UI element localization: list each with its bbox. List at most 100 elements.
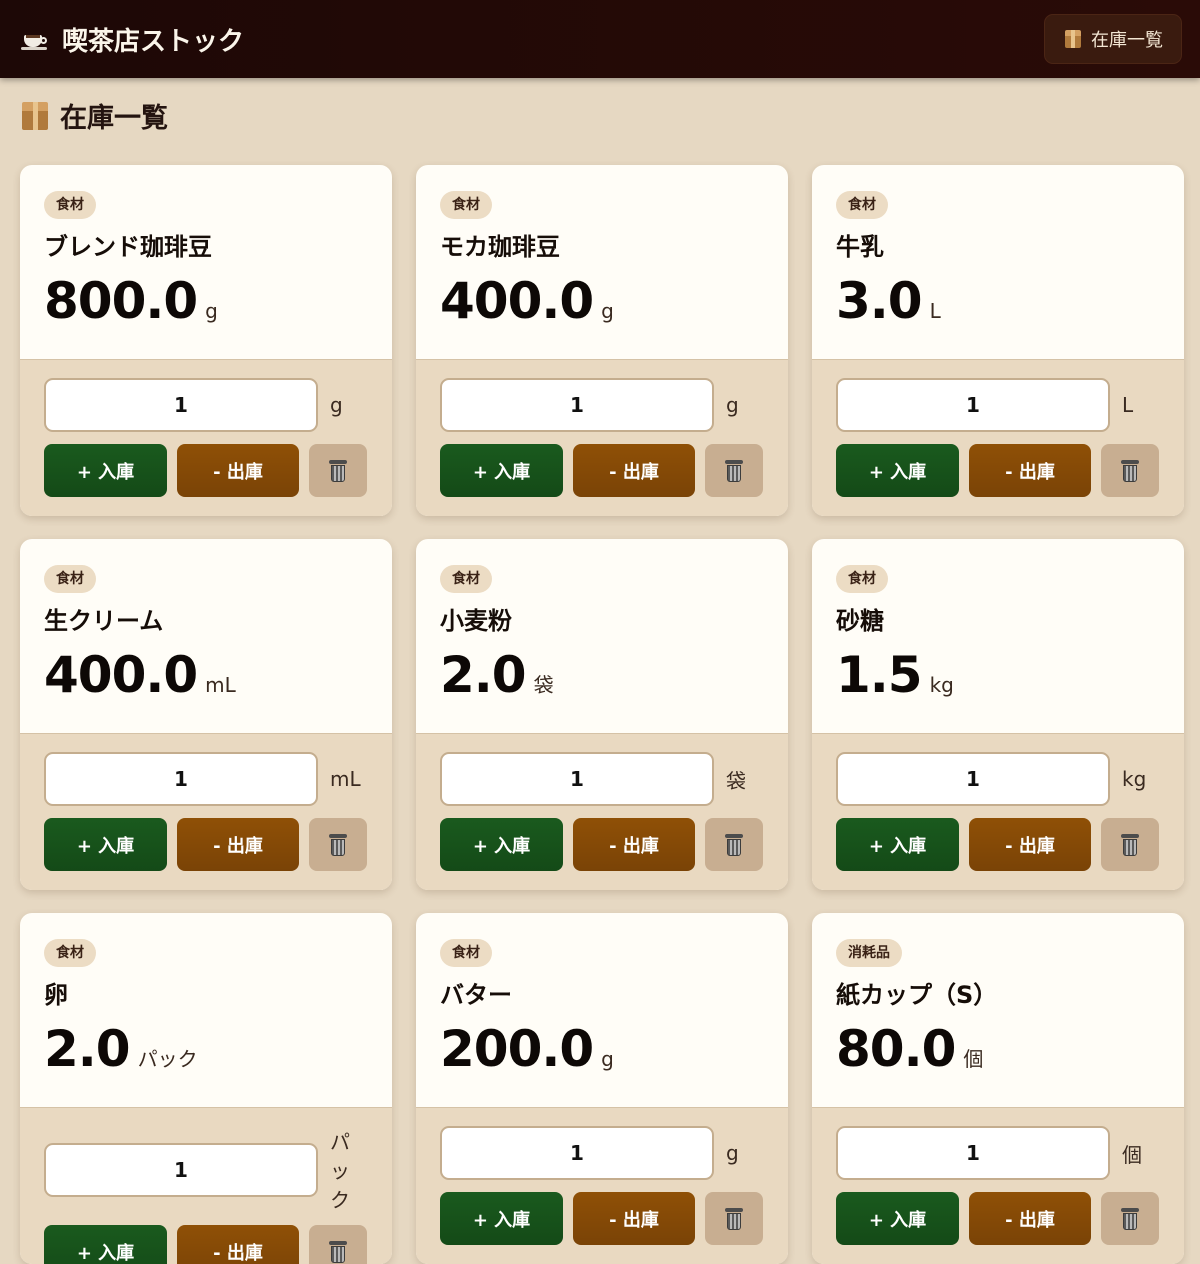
amount-input[interactable] bbox=[836, 378, 1110, 432]
amount-row: g bbox=[440, 378, 764, 432]
stock-in-button[interactable]: + 入庫 bbox=[836, 818, 959, 871]
category-badge: 食材 bbox=[44, 939, 96, 967]
stock-in-button[interactable]: + 入庫 bbox=[44, 1225, 167, 1264]
inventory-card: 食材 生クリーム 400.0 mL mL + 入庫 - 出庫 bbox=[20, 539, 392, 890]
stock-out-button[interactable]: - 出庫 bbox=[177, 1225, 299, 1264]
stock-in-button[interactable]: + 入庫 bbox=[440, 1192, 563, 1245]
quantity-display: 400.0 g bbox=[440, 273, 764, 329]
stock-in-button[interactable]: + 入庫 bbox=[44, 818, 167, 871]
delete-button[interactable] bbox=[309, 1225, 367, 1264]
page-title-text: 在庫一覧 bbox=[60, 96, 168, 135]
amount-input[interactable] bbox=[836, 1126, 1110, 1180]
stock-in-button[interactable]: + 入庫 bbox=[836, 1192, 959, 1245]
stock-out-button[interactable]: - 出庫 bbox=[573, 818, 695, 871]
category-badge: 食材 bbox=[440, 191, 492, 219]
item-name: 卵 bbox=[44, 979, 368, 1011]
stock-out-label: - 出庫 bbox=[1005, 832, 1055, 858]
delete-button[interactable] bbox=[705, 818, 763, 871]
quantity-unit: g bbox=[601, 1047, 614, 1071]
card-info: 消耗品 紙カップ（S） 80.0 個 bbox=[812, 913, 1184, 1107]
inventory-card: 食材 ブレンド珈琲豆 800.0 g g + 入庫 - 出庫 bbox=[20, 165, 392, 516]
button-row: + 入庫 - 出庫 bbox=[44, 1225, 368, 1264]
amount-input[interactable] bbox=[44, 752, 318, 806]
stock-in-label: + 入庫 bbox=[869, 832, 926, 858]
nav-button-label: 在庫一覧 bbox=[1091, 26, 1163, 52]
package-icon bbox=[20, 101, 50, 131]
quantity-unit: mL bbox=[205, 673, 236, 697]
quantity-value: 400.0 bbox=[440, 273, 593, 329]
inventory-card: 食材 牛乳 3.0 L L + 入庫 - 出庫 bbox=[812, 165, 1184, 516]
category-badge: 食材 bbox=[836, 565, 888, 593]
delete-button[interactable] bbox=[1101, 1192, 1159, 1245]
amount-row: kg bbox=[836, 752, 1160, 806]
delete-button[interactable] bbox=[309, 818, 367, 871]
stock-out-button[interactable]: - 出庫 bbox=[969, 444, 1091, 497]
amount-row: パック bbox=[44, 1126, 368, 1213]
quantity-unit: 袋 bbox=[534, 669, 554, 698]
amount-input[interactable] bbox=[440, 752, 714, 806]
quantity-value: 3.0 bbox=[836, 273, 922, 329]
stock-out-button[interactable]: - 出庫 bbox=[969, 1192, 1091, 1245]
quantity-value: 200.0 bbox=[440, 1021, 593, 1077]
button-row: + 入庫 - 出庫 bbox=[440, 1192, 764, 1245]
stock-in-button[interactable]: + 入庫 bbox=[440, 818, 563, 871]
quantity-display: 2.0 パック bbox=[44, 1021, 368, 1077]
button-row: + 入庫 - 出庫 bbox=[440, 444, 764, 497]
stock-out-label: - 出庫 bbox=[609, 1206, 659, 1232]
trash-icon bbox=[328, 459, 348, 483]
stock-in-button[interactable]: + 入庫 bbox=[836, 444, 959, 497]
delete-button[interactable] bbox=[705, 444, 763, 497]
amount-row: g bbox=[440, 1126, 764, 1180]
card-actions: kg + 入庫 - 出庫 bbox=[812, 733, 1184, 890]
stock-in-button[interactable]: + 入庫 bbox=[44, 444, 167, 497]
amount-input[interactable] bbox=[440, 378, 714, 432]
stock-out-label: - 出庫 bbox=[213, 832, 263, 858]
stock-out-button[interactable]: - 出庫 bbox=[177, 818, 299, 871]
trash-icon bbox=[328, 1240, 348, 1264]
amount-unit: g bbox=[726, 1141, 739, 1165]
inventory-card: 食材 バター 200.0 g g + 入庫 - 出庫 bbox=[416, 913, 788, 1264]
amount-input[interactable] bbox=[440, 1126, 714, 1180]
card-info: 食材 小麦粉 2.0 袋 bbox=[416, 539, 788, 733]
stock-out-button[interactable]: - 出庫 bbox=[573, 444, 695, 497]
quantity-value: 2.0 bbox=[440, 647, 526, 703]
inventory-card: 消耗品 紙カップ（S） 80.0 個 個 + 入庫 - 出庫 bbox=[812, 913, 1184, 1264]
amount-unit: g bbox=[726, 393, 739, 417]
card-info: 食材 ブレンド珈琲豆 800.0 g bbox=[20, 165, 392, 359]
stock-out-label: - 出庫 bbox=[609, 832, 659, 858]
inventory-list-nav-button[interactable]: 在庫一覧 bbox=[1044, 14, 1182, 64]
button-row: + 入庫 - 出庫 bbox=[44, 818, 368, 871]
button-row: + 入庫 - 出庫 bbox=[836, 818, 1160, 871]
stock-out-button[interactable]: - 出庫 bbox=[177, 444, 299, 497]
stock-in-label: + 入庫 bbox=[473, 458, 530, 484]
card-info: 食材 モカ珈琲豆 400.0 g bbox=[416, 165, 788, 359]
amount-input[interactable] bbox=[44, 378, 318, 432]
delete-button[interactable] bbox=[1101, 818, 1159, 871]
item-name: 小麦粉 bbox=[440, 605, 764, 637]
amount-input[interactable] bbox=[836, 752, 1110, 806]
app-header: 喫茶店ストック 在庫一覧 bbox=[0, 0, 1200, 78]
category-badge: 食材 bbox=[836, 191, 888, 219]
quantity-display: 3.0 L bbox=[836, 273, 1160, 329]
coffee-cup-icon bbox=[20, 26, 50, 52]
card-actions: L + 入庫 - 出庫 bbox=[812, 359, 1184, 516]
quantity-value: 2.0 bbox=[44, 1021, 130, 1077]
quantity-display: 400.0 mL bbox=[44, 647, 368, 703]
item-name: 牛乳 bbox=[836, 231, 1160, 263]
delete-button[interactable] bbox=[1101, 444, 1159, 497]
category-badge: 食材 bbox=[44, 191, 96, 219]
button-row: + 入庫 - 出庫 bbox=[44, 444, 368, 497]
delete-button[interactable] bbox=[705, 1192, 763, 1245]
card-actions: g + 入庫 - 出庫 bbox=[416, 359, 788, 516]
quantity-display: 200.0 g bbox=[440, 1021, 764, 1077]
inventory-card: 食材 モカ珈琲豆 400.0 g g + 入庫 - 出庫 bbox=[416, 165, 788, 516]
category-badge: 食材 bbox=[440, 939, 492, 967]
item-name: 紙カップ（S） bbox=[836, 979, 1160, 1011]
stock-out-button[interactable]: - 出庫 bbox=[573, 1192, 695, 1245]
delete-button[interactable] bbox=[309, 444, 367, 497]
stock-out-button[interactable]: - 出庫 bbox=[969, 818, 1091, 871]
amount-input[interactable] bbox=[44, 1143, 318, 1197]
app-title: 喫茶店ストック bbox=[20, 21, 244, 58]
card-actions: g + 入庫 - 出庫 bbox=[416, 1107, 788, 1264]
stock-in-button[interactable]: + 入庫 bbox=[440, 444, 563, 497]
